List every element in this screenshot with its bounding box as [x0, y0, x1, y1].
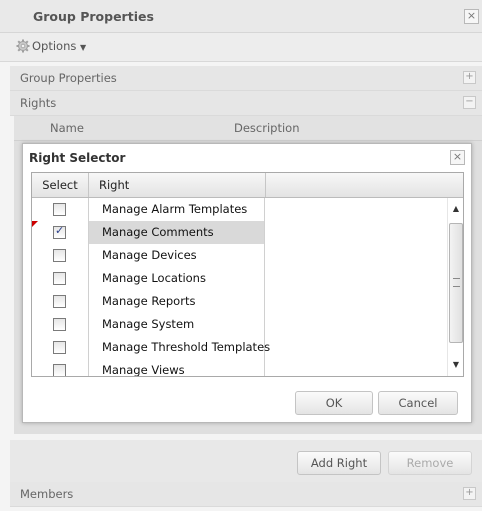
table-row[interactable]: Manage Comments: [32, 221, 439, 244]
column-header-blank: [266, 173, 463, 197]
right-name-cell: Manage Threshold Templates: [89, 336, 270, 359]
select-checkbox[interactable]: [53, 318, 66, 331]
rights-table: Select Right Manage Alarm TemplatesManag…: [31, 172, 464, 377]
column-header-name[interactable]: Name: [50, 121, 84, 135]
right-name-cell: Manage System: [89, 313, 265, 336]
table-row[interactable]: Manage Locations: [32, 267, 439, 290]
column-header-right[interactable]: Right: [89, 173, 266, 197]
select-cell: [32, 359, 89, 376]
gear-icon: [16, 39, 30, 53]
remove-button[interactable]: Remove: [388, 451, 472, 475]
right-name-cell: Manage Reports: [89, 290, 265, 313]
cancel-button[interactable]: Cancel: [378, 391, 458, 415]
section-label: Rights: [20, 96, 57, 110]
table-row[interactable]: Manage Threshold Templates: [32, 336, 439, 359]
right-name-cell: Manage Views: [89, 359, 265, 376]
section-group-properties[interactable]: Group Properties +: [10, 66, 482, 91]
select-checkbox[interactable]: [53, 295, 66, 308]
options-menu-button[interactable]: Options ▼: [16, 39, 86, 55]
select-cell: [32, 313, 89, 336]
ok-button[interactable]: OK: [295, 391, 373, 415]
right-name-cell: Manage Comments: [89, 221, 265, 244]
table-row[interactable]: Manage Alarm Templates: [32, 198, 439, 221]
dialog-title: Right Selector: [29, 151, 126, 165]
modified-marker: [32, 221, 38, 227]
panel-title: Group Properties: [33, 9, 154, 24]
table-row[interactable]: Manage Devices: [32, 244, 439, 267]
section-label: Group Properties: [20, 71, 117, 85]
caret-down-icon: ▼: [80, 43, 87, 52]
select-cell: [32, 221, 89, 244]
right-name-cell: Manage Alarm Templates: [89, 198, 265, 221]
close-icon[interactable]: ×: [450, 150, 465, 165]
section-members[interactable]: Members +: [10, 482, 482, 507]
select-cell: [32, 244, 89, 267]
panel-close-icon[interactable]: ×: [464, 9, 479, 24]
select-cell: [32, 290, 89, 313]
select-checkbox[interactable]: [53, 224, 66, 239]
select-cell: [32, 198, 89, 221]
right-name-cell: Manage Locations: [89, 267, 265, 290]
select-checkbox[interactable]: [53, 341, 66, 354]
select-cell: [32, 336, 89, 359]
options-label: Options: [32, 39, 77, 53]
table-header: Select Right: [32, 173, 463, 198]
rights-grid-header: Name Description: [14, 116, 482, 141]
select-cell: [32, 267, 89, 290]
table-row[interactable]: Manage Views: [32, 359, 439, 376]
right-name-cell: Manage Devices: [89, 244, 265, 267]
plus-icon[interactable]: +: [463, 71, 476, 84]
section-label: Members: [20, 487, 74, 501]
select-checkbox[interactable]: [53, 272, 66, 285]
grip-icon: [453, 278, 460, 287]
select-checkbox[interactable]: [53, 203, 66, 216]
table-row[interactable]: Manage System: [32, 313, 439, 336]
scroll-down-icon[interactable]: ▼: [448, 358, 463, 372]
scrollbar-thumb[interactable]: [449, 223, 463, 343]
column-header-description[interactable]: Description: [234, 121, 300, 135]
minus-icon[interactable]: −: [463, 96, 476, 109]
select-checkbox[interactable]: [53, 249, 66, 262]
section-rights[interactable]: Rights −: [10, 91, 482, 116]
column-header-select[interactable]: Select: [32, 173, 89, 197]
select-checkbox[interactable]: [53, 364, 66, 376]
table-row[interactable]: Manage Reports: [32, 290, 439, 313]
right-selector-dialog: Right Selector × Select Right Manage Ala…: [22, 143, 472, 423]
add-right-button[interactable]: Add Right: [297, 451, 381, 475]
scroll-up-icon[interactable]: ▲: [448, 202, 463, 216]
vertical-scrollbar[interactable]: ▲ ▼: [447, 198, 463, 376]
plus-icon[interactable]: +: [463, 487, 476, 500]
